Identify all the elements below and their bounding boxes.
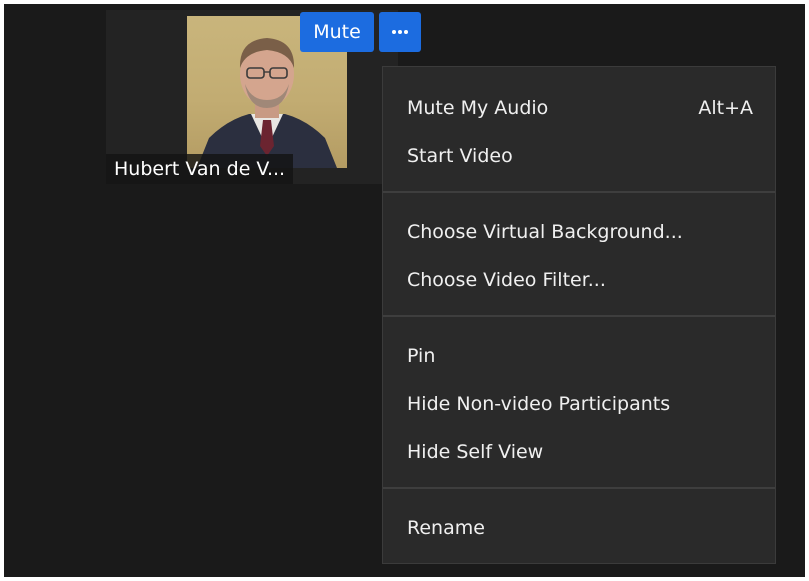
menu-item-rename[interactable]: Rename — [407, 511, 753, 545]
menu-separator — [383, 315, 775, 317]
menu-item-start-video[interactable]: Start Video — [407, 139, 753, 173]
meeting-stage: Hubert Van de V... Mute Mute My Audio Al… — [4, 4, 805, 577]
menu-item-mute-my-audio[interactable]: Mute My Audio Alt+A — [407, 91, 753, 125]
menu-item-hide-self-view[interactable]: Hide Self View — [407, 435, 753, 469]
participant-name-label: Hubert Van de V... — [106, 154, 294, 184]
menu-item-pin[interactable]: Pin — [407, 339, 753, 373]
menu-item-label: Choose Video Filter... — [407, 269, 606, 291]
menu-item-hide-non-video-participants[interactable]: Hide Non-video Participants — [407, 387, 753, 421]
menu-item-choose-virtual-background[interactable]: Choose Virtual Background... — [407, 215, 753, 249]
menu-item-label: Pin — [407, 345, 436, 367]
menu-item-label: Mute My Audio — [407, 97, 549, 119]
menu-separator — [383, 487, 775, 489]
keyboard-shortcut: Alt+A — [698, 97, 753, 119]
participant-context-menu: Mute My Audio Alt+A Start Video Choose V… — [382, 66, 776, 564]
ellipsis-icon — [392, 30, 408, 34]
menu-item-label: Choose Virtual Background... — [407, 221, 683, 243]
menu-item-label: Hide Non-video Participants — [407, 393, 671, 415]
mute-button[interactable]: Mute — [300, 12, 374, 52]
menu-separator — [383, 191, 775, 193]
menu-item-choose-video-filter[interactable]: Choose Video Filter... — [407, 263, 753, 297]
menu-item-label: Hide Self View — [407, 441, 544, 463]
more-options-button[interactable] — [379, 12, 421, 52]
menu-item-label: Rename — [407, 517, 485, 539]
menu-item-label: Start Video — [407, 145, 513, 167]
